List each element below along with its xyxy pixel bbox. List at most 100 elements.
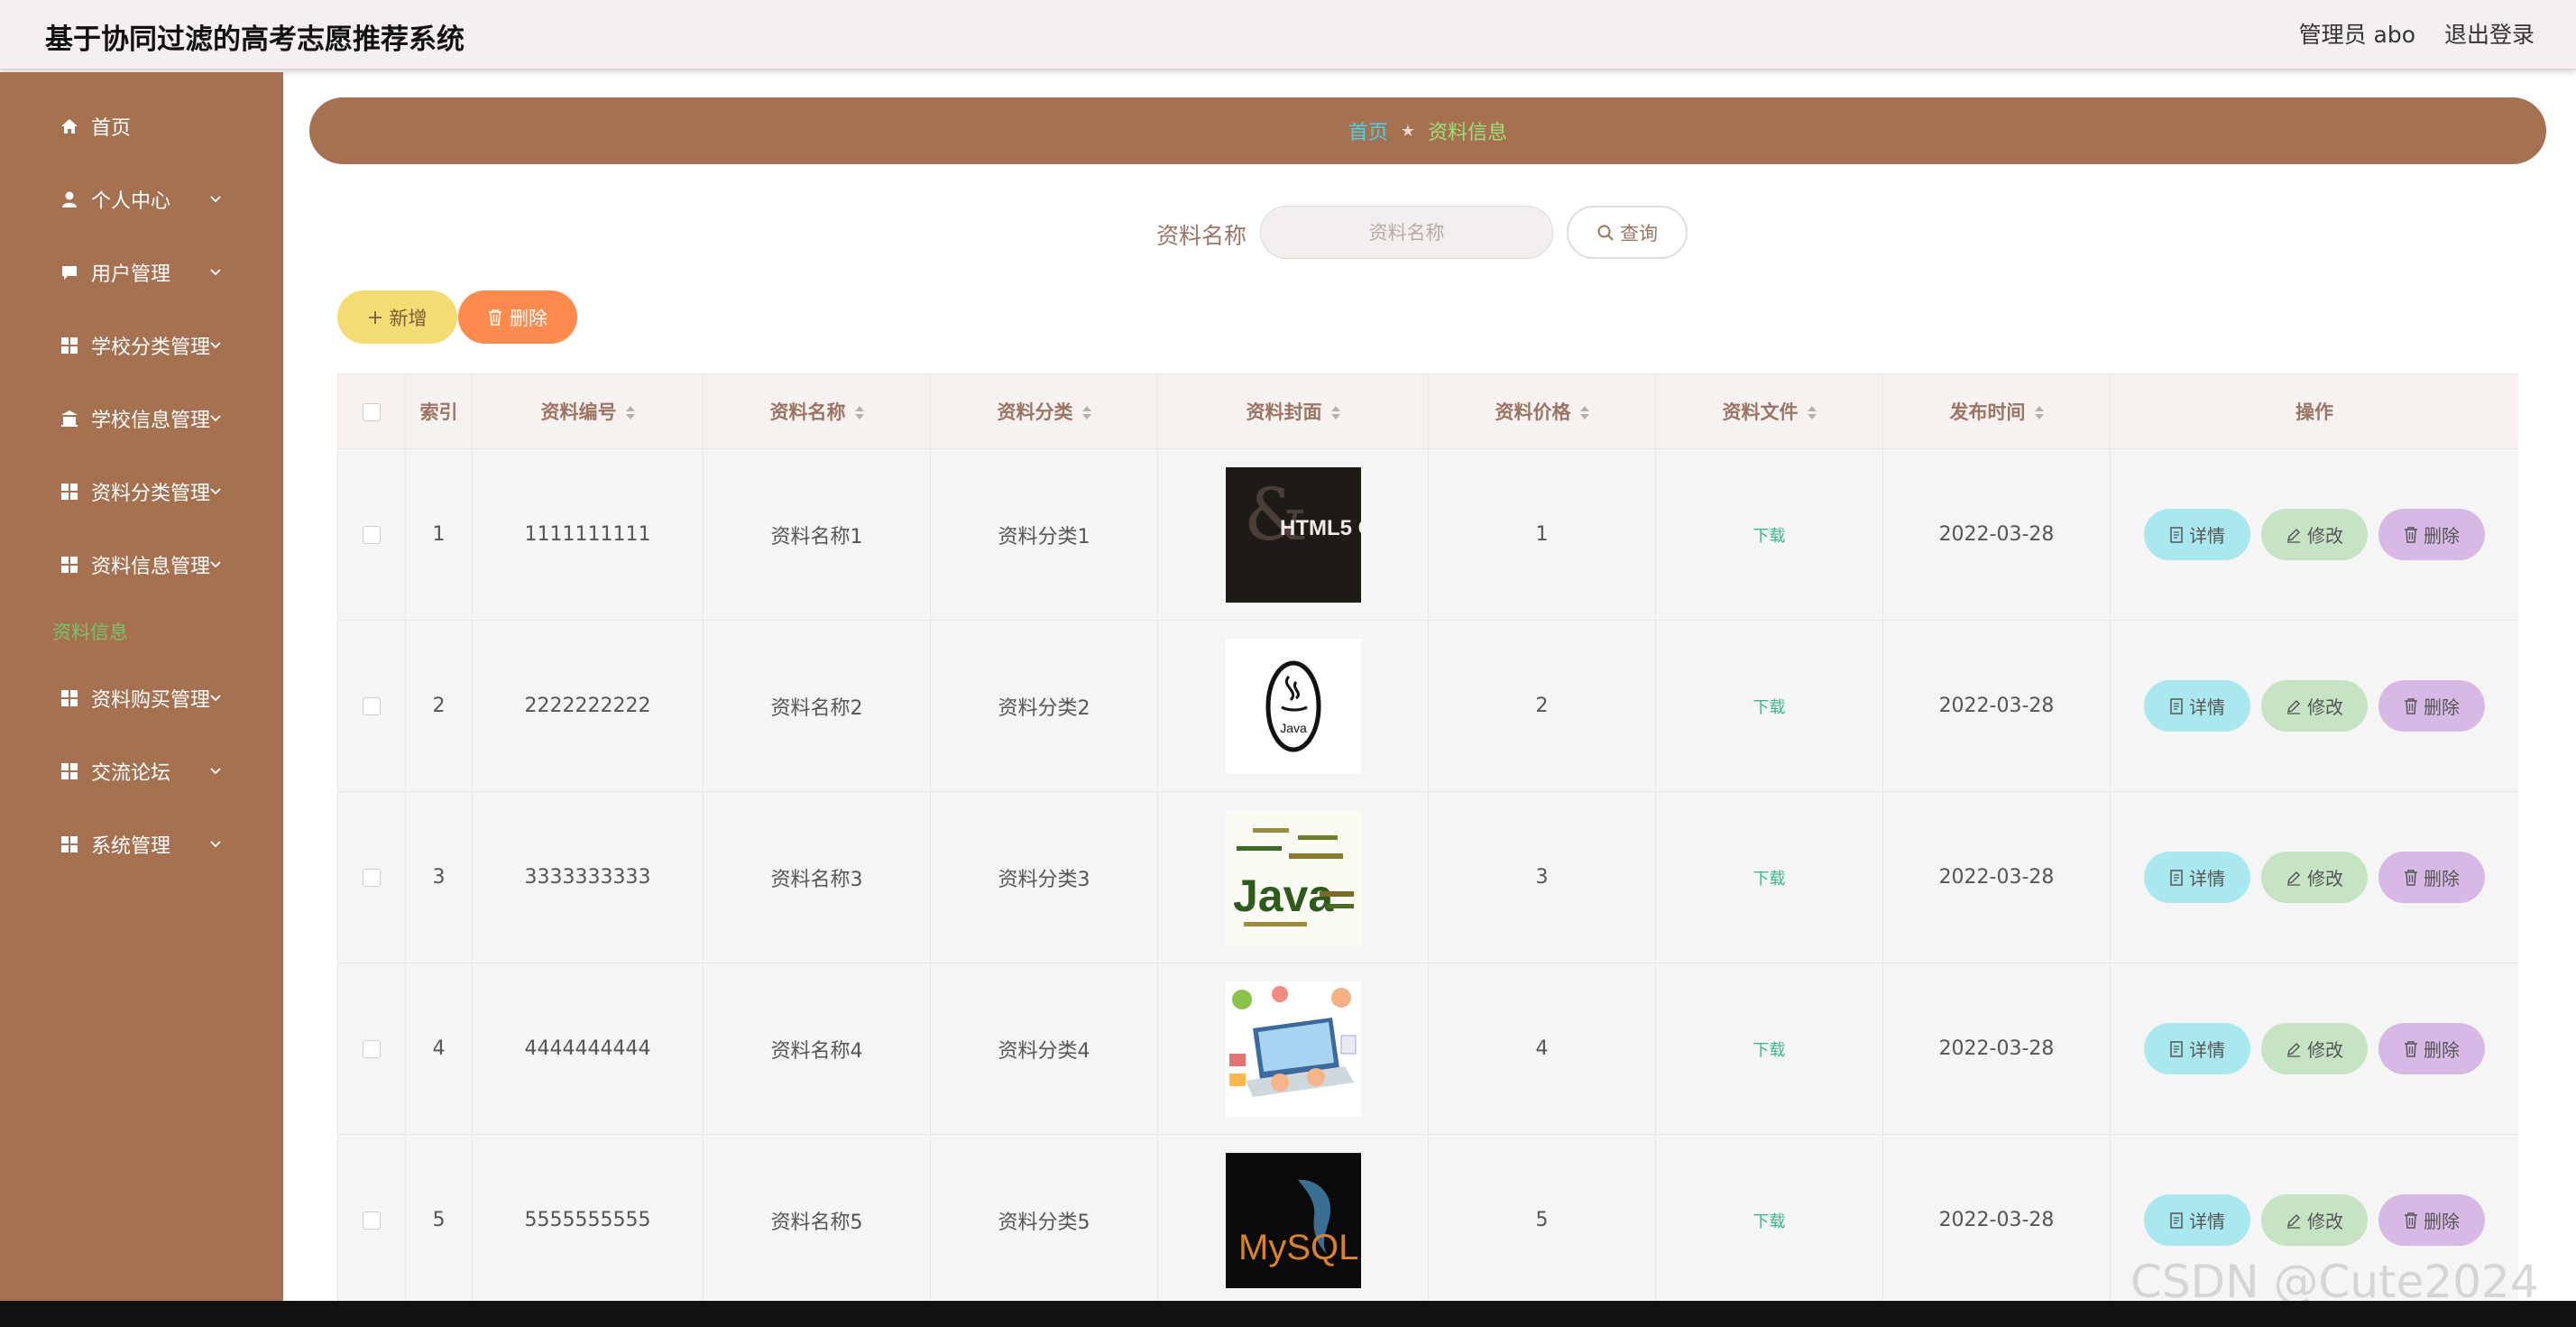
cell-code: 1111111111	[472, 448, 704, 621]
sidebar: 首页 个人中心 用户管理 学校分类管理 学校信息管理 资料分类管理 资料信息管理…	[0, 72, 283, 1301]
delete-button[interactable]: 删除	[2378, 680, 2485, 732]
delete-button[interactable]: 删除	[2378, 1023, 2485, 1074]
delete-button[interactable]: 删除	[2378, 852, 2485, 903]
bottom-bar	[0, 1301, 2576, 1327]
delete-button[interactable]: 删除	[2378, 509, 2485, 560]
search-label: 资料名称	[1156, 223, 1247, 249]
download-link[interactable]: 下载	[1753, 1041, 1786, 1060]
detail-button-label: 详情	[2189, 868, 2225, 889]
cover-image-laptop-illustration[interactable]	[1225, 981, 1361, 1117]
add-button[interactable]: 新增	[337, 290, 457, 344]
cell-file: 下载	[1655, 620, 1883, 792]
document-icon	[2170, 697, 2183, 714]
sort-icon[interactable]	[625, 406, 635, 420]
cell-code: 2222222222	[472, 620, 704, 792]
sidebar-item-home[interactable]: 首页	[0, 99, 283, 153]
sidebar-item-label: 首页	[91, 117, 132, 140]
sidebar-item-material-purchase[interactable]: 资料购买管理	[0, 671, 283, 725]
cell-index: 2	[405, 620, 473, 792]
delete-button[interactable]: 删除	[2378, 1194, 2485, 1246]
chevron-down-icon	[210, 695, 221, 702]
sort-icon[interactable]	[2034, 406, 2044, 420]
batch-delete-button[interactable]: 删除	[458, 290, 577, 344]
column-header-file[interactable]: 资料文件	[1655, 373, 1883, 449]
sort-icon[interactable]	[1330, 406, 1340, 420]
delete-button-label: 删除	[2424, 696, 2460, 718]
cover-image-mysql-logo[interactable]: MySQL	[1225, 1152, 1361, 1288]
chevron-down-icon	[210, 488, 221, 495]
cell-category: 资料分类4	[930, 963, 1158, 1135]
cell-code: 3333333333	[472, 791, 704, 963]
column-header-code[interactable]: 资料编号	[472, 373, 704, 449]
edit-button[interactable]: 修改	[2261, 509, 2368, 560]
cell-price: 5	[1428, 1134, 1656, 1303]
row-checkbox[interactable]	[363, 697, 381, 715]
sidebar-item-personal[interactable]: 个人中心	[0, 172, 283, 226]
edit-button[interactable]: 修改	[2261, 852, 2368, 903]
document-icon	[2170, 1212, 2183, 1229]
breadcrumb-separator-icon: ★	[1400, 121, 1416, 141]
table-row: 3 3333333333 资料名称3 资料分类3 Java 3 下载 2022-…	[337, 791, 2518, 963]
edit-button[interactable]: 修改	[2261, 680, 2368, 732]
app-title: 基于协同过滤的高考志愿推荐系统	[45, 23, 465, 56]
grid-icon	[60, 761, 79, 781]
sidebar-item-school-category[interactable]: 学校分类管理	[0, 318, 283, 373]
row-checkbox[interactable]	[363, 869, 381, 887]
cell-cover: &HTML5 CSS3	[1157, 448, 1429, 621]
detail-button[interactable]: 详情	[2144, 1194, 2250, 1246]
cover-image-java-logo[interactable]: Java	[1225, 638, 1361, 774]
row-checkbox[interactable]	[363, 1040, 381, 1058]
trash-icon	[2405, 1212, 2417, 1229]
column-header-label: 操作	[2295, 401, 2333, 423]
sort-icon[interactable]	[1081, 406, 1091, 420]
search-button[interactable]: 查询	[1567, 206, 1688, 259]
column-header-price[interactable]: 资料价格	[1428, 373, 1656, 449]
sort-icon[interactable]	[1579, 406, 1589, 420]
edit-icon	[2286, 528, 2301, 543]
detail-button[interactable]: 详情	[2144, 680, 2250, 732]
cover-image-html5-css3[interactable]: &HTML5 CSS3	[1225, 466, 1361, 603]
download-link[interactable]: 下载	[1753, 698, 1786, 717]
detail-button[interactable]: 详情	[2144, 509, 2250, 560]
chevron-down-icon	[210, 342, 221, 349]
cover-text: Java	[1280, 721, 1307, 735]
cell-index: 1	[405, 448, 473, 621]
edit-button[interactable]: 修改	[2261, 1194, 2368, 1246]
column-header-index: 索引	[405, 373, 473, 449]
edit-button[interactable]: 修改	[2261, 1023, 2368, 1074]
column-header-date[interactable]: 发布时间	[1882, 373, 2111, 449]
breadcrumb-home[interactable]: 首页	[1348, 116, 1388, 145]
sidebar-item-forum[interactable]: 交流论坛	[0, 744, 283, 798]
logout-link[interactable]: 退出登录	[2444, 17, 2535, 50]
sort-icon[interactable]	[1807, 406, 1817, 420]
column-header-operations: 操作	[2110, 373, 2518, 449]
row-checkbox[interactable]	[363, 526, 381, 544]
search-input[interactable]	[1260, 206, 1553, 259]
select-all-checkbox[interactable]	[363, 403, 381, 421]
chevron-down-icon	[210, 415, 221, 422]
sidebar-item-users[interactable]: 用户管理	[0, 245, 283, 299]
cell-date: 2022-03-28	[1882, 448, 2111, 621]
download-link[interactable]: 下载	[1753, 870, 1786, 889]
sort-icon[interactable]	[854, 406, 864, 420]
sidebar-item-label: 学校信息管理	[91, 410, 211, 432]
detail-button[interactable]: 详情	[2144, 852, 2250, 903]
sidebar-subitem-material-info[interactable]: 资料信息	[52, 618, 128, 645]
column-header-name[interactable]: 资料名称	[703, 373, 931, 449]
sidebar-item-label: 学校分类管理	[91, 336, 211, 359]
column-header-label: 资料编号	[540, 401, 617, 423]
download-link[interactable]: 下载	[1753, 1212, 1786, 1231]
sidebar-item-system[interactable]: 系统管理	[0, 817, 283, 871]
row-checkbox[interactable]	[363, 1212, 381, 1230]
detail-button[interactable]: 详情	[2144, 1023, 2250, 1074]
detail-button-label: 详情	[2189, 1211, 2225, 1232]
column-header-label: 索引	[419, 401, 458, 423]
sidebar-item-school-info[interactable]: 学校信息管理	[0, 392, 283, 446]
column-header-cover[interactable]: 资料封面	[1157, 373, 1429, 449]
column-header-category[interactable]: 资料分类	[930, 373, 1158, 449]
download-link[interactable]: 下载	[1753, 527, 1786, 546]
sidebar-item-material-category[interactable]: 资料分类管理	[0, 465, 283, 519]
cover-image-java-wordcloud[interactable]: Java	[1225, 809, 1361, 945]
cell-operations: 详情 修改 删除	[2110, 620, 2518, 792]
sidebar-item-material-info[interactable]: 资料信息管理	[0, 538, 283, 592]
